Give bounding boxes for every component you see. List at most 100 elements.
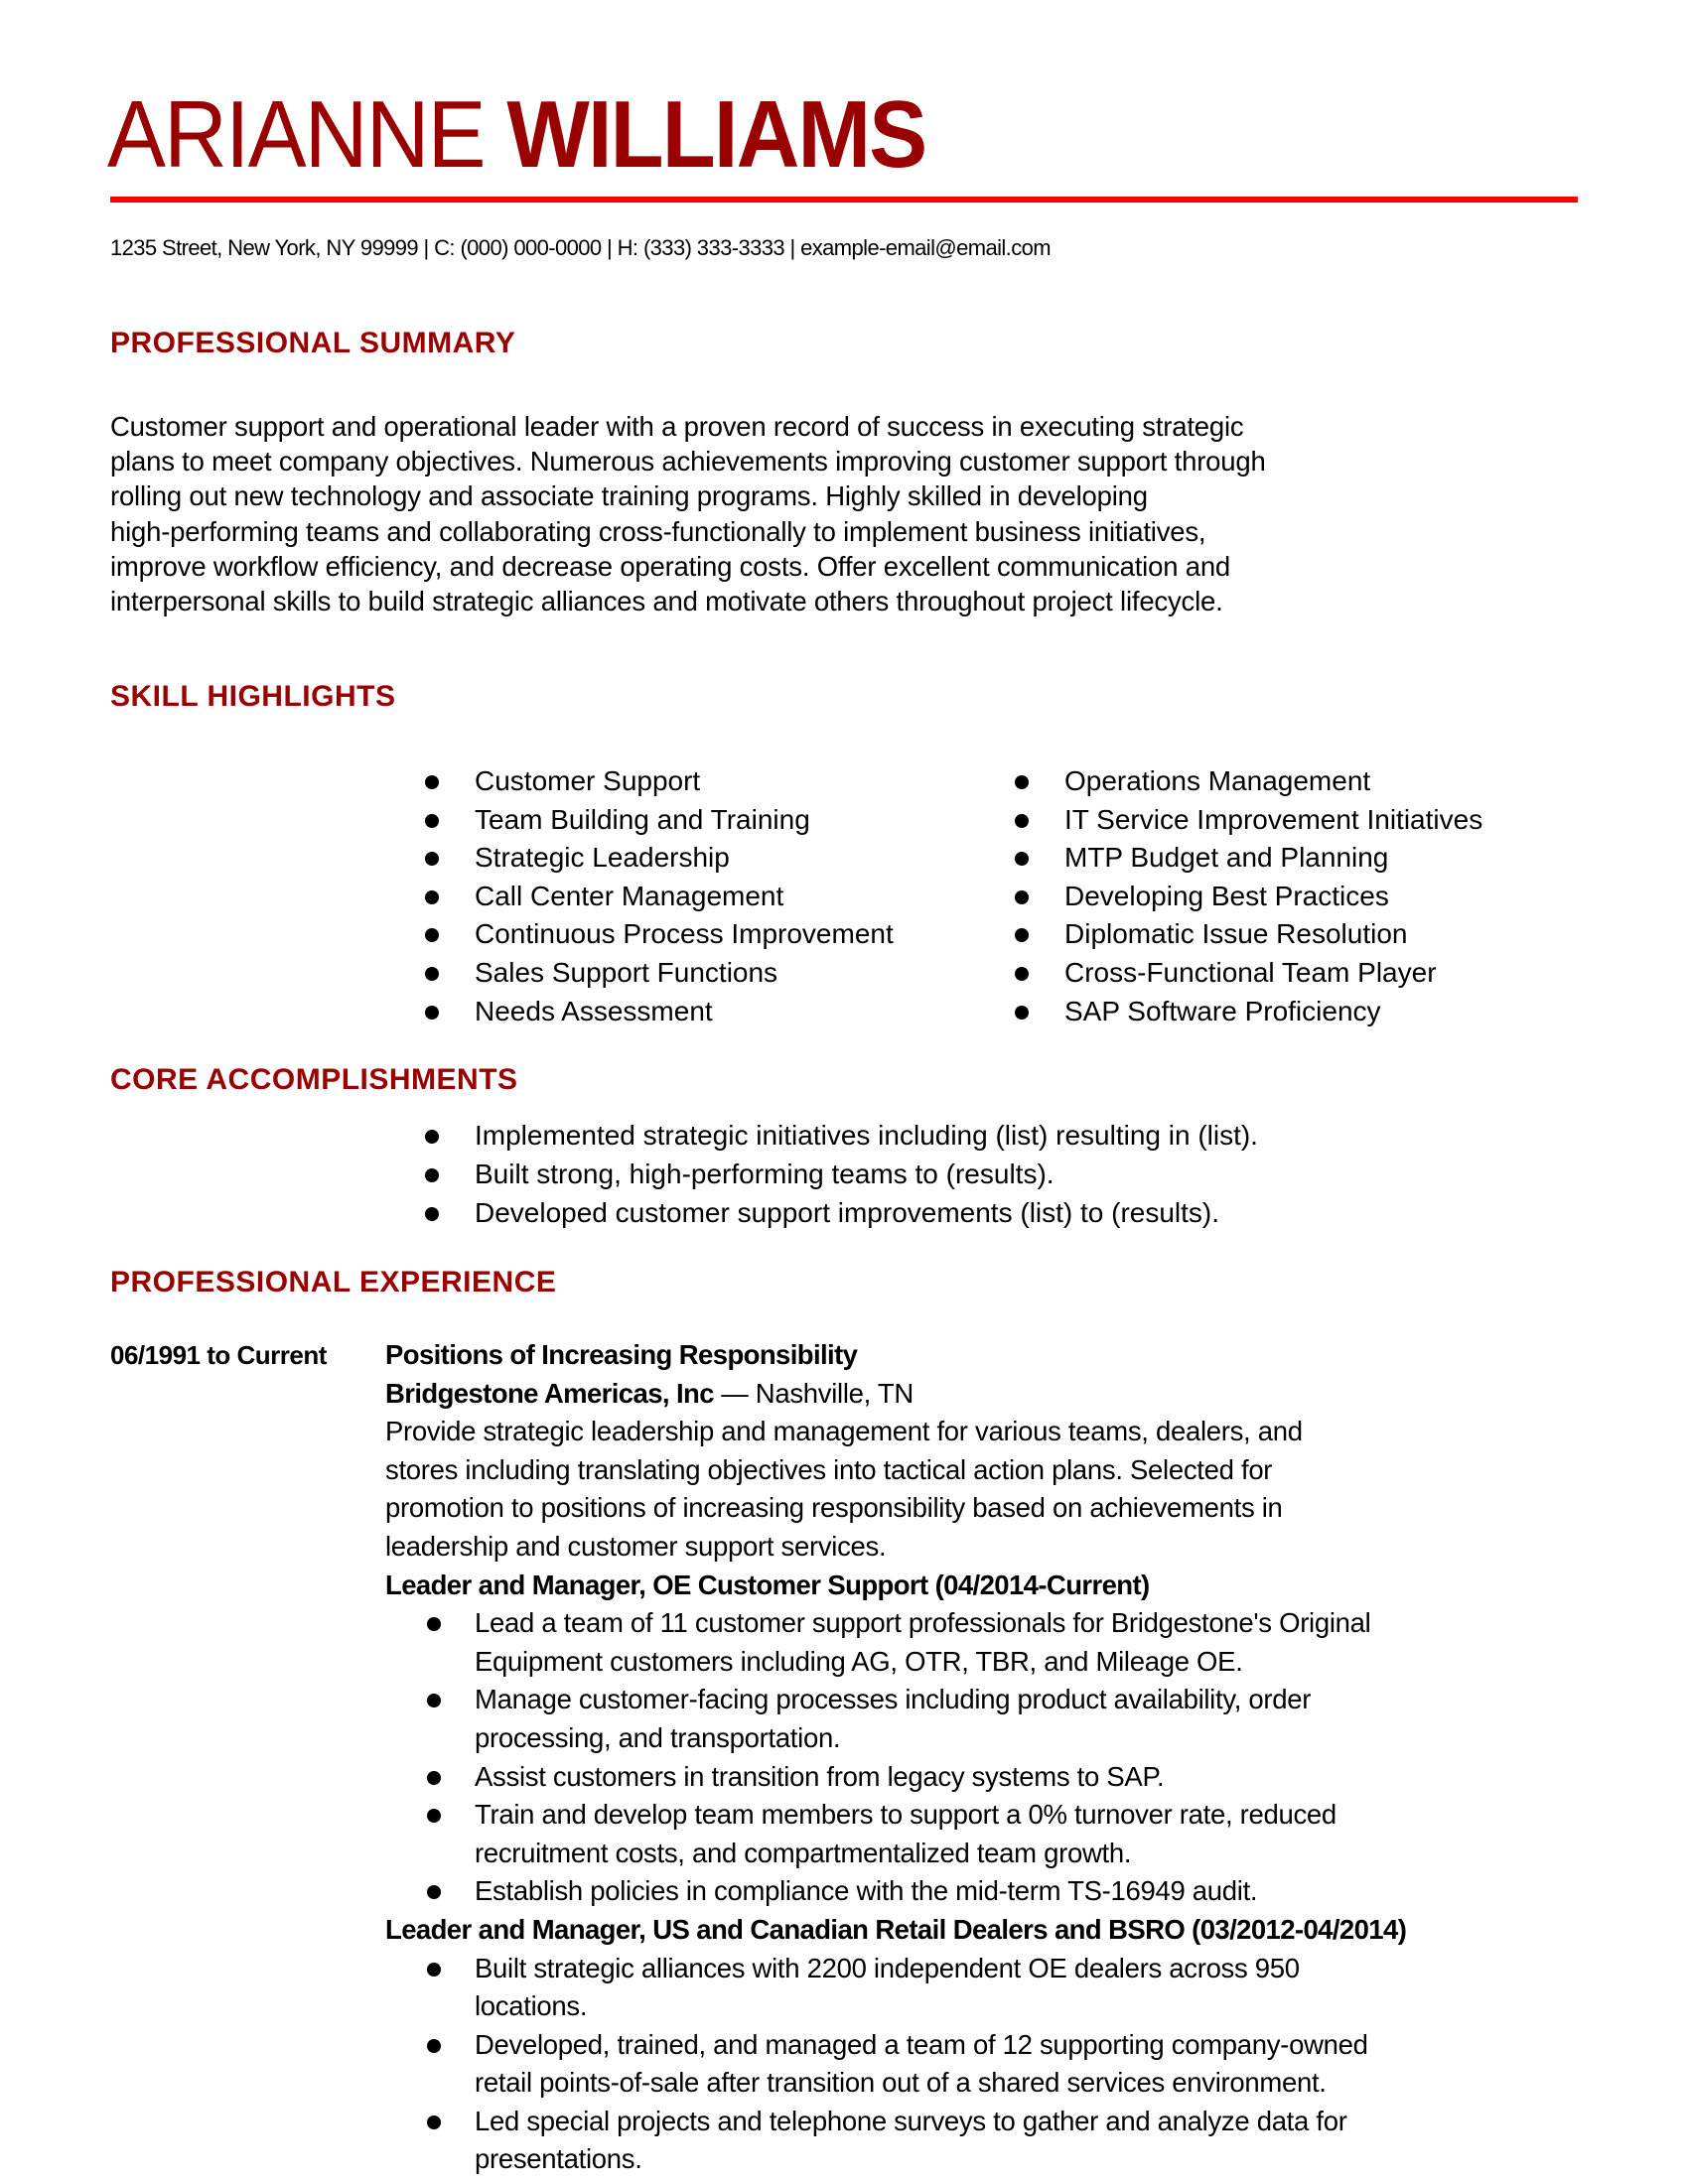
bullet-icon [1015, 889, 1029, 904]
last-name: WILLIAMS [506, 81, 927, 188]
bullet-icon [425, 1130, 439, 1144]
bullet-icon [1015, 928, 1029, 943]
bullet-icon [427, 2115, 441, 2129]
summary-line: high-performing teams and collaborating … [110, 515, 1206, 547]
bullet-line: Manage customer-facing processes includi… [475, 1684, 1312, 1715]
bullet-icon [425, 1206, 439, 1221]
role-bullet-item: Developed, trained, and managed a team o… [427, 2026, 1406, 2103]
job-description-line: stores including translating objectives … [385, 1453, 1273, 1485]
job-description-line: leadership and customer support services… [385, 1530, 887, 1562]
summary-line: Customer support and operational leader … [110, 411, 1244, 442]
bullet-icon [425, 813, 439, 828]
role-bullet-item: Train and develop team members to suppor… [427, 1796, 1406, 1872]
skill-item: SAP Software Proficiency [1015, 993, 1482, 1031]
accomplishment-item: Implemented strategic initiatives includ… [425, 1117, 1258, 1156]
skills-list-right: Operations Management IT Service Improve… [1015, 762, 1482, 1030]
bullet-icon [1015, 852, 1029, 867]
bullet-line: Built strategic alliances with 2200 inde… [475, 1952, 1300, 1983]
bullet-icon [425, 928, 439, 943]
role-bullet-item: Lead a team of 11 customer support profe… [427, 1604, 1406, 1681]
bullet-icon [1015, 813, 1029, 828]
accomplishments-heading: CORE ACCOMPLISHMENTS [110, 1063, 518, 1096]
company-name: Bridgestone Americas, Inc [385, 1377, 715, 1409]
role-bullet-item: Led special projects and telephone surve… [427, 2103, 1406, 2179]
bullet-icon [1015, 775, 1029, 789]
skill-item: Call Center Management [425, 878, 894, 916]
summary-line: plans to meet company objectives. Numero… [110, 446, 1266, 478]
skill-item: Team Building and Training [425, 801, 894, 840]
role-bullet-item: Establish policies in compliance with th… [427, 1872, 1406, 1911]
bullet-icon [1015, 966, 1029, 981]
skill-item: Sales Support Functions [425, 954, 894, 993]
skill-label: Customer Support [475, 765, 701, 796]
bullet-line: Developed, trained, and managed a team o… [475, 2028, 1368, 2060]
bullet-icon [427, 1617, 441, 1632]
skill-item: Customer Support [425, 762, 894, 801]
bullet-line: processing, and transportation. [475, 1721, 841, 1753]
skill-item: Strategic Leadership [425, 839, 894, 878]
bullet-icon [425, 889, 439, 904]
job-entry: Positions of Increasing Responsibility B… [385, 1336, 1407, 2179]
skill-label: Operations Management [1064, 765, 1371, 796]
skill-label: Team Building and Training [475, 803, 810, 835]
first-name: ARIANNE [107, 81, 487, 188]
bullet-icon [427, 1809, 441, 1824]
skill-item: MTP Budget and Planning [1015, 839, 1482, 878]
skill-label: MTP Budget and Planning [1064, 842, 1389, 874]
role-title: Leader and Manager, US and Canadian Reta… [385, 1913, 1407, 1945]
bullet-line: Assist customers in transition from lega… [475, 1760, 1165, 1792]
experience-heading: PROFESSIONAL EXPERIENCE [110, 1266, 557, 1298]
company-separator: — [713, 1377, 756, 1409]
skill-item: IT Service Improvement Initiatives [1015, 801, 1482, 840]
skill-label: Diplomatic Issue Resolution [1064, 918, 1408, 950]
summary-line: improve workflow efficiency, and decreas… [110, 550, 1231, 582]
skill-label: IT Service Improvement Initiatives [1064, 803, 1483, 835]
skill-label: Sales Support Functions [475, 956, 778, 988]
skill-label: Continuous Process Improvement [475, 918, 894, 950]
role-title: Leader and Manager, OE Customer Support … [385, 1569, 1150, 1600]
skill-label: Needs Assessment [475, 995, 713, 1026]
contact-info: 1235 Street, New York, NY 99999 | C: (00… [110, 235, 1052, 260]
accomplishment-item: Developed customer support improvements … [425, 1194, 1258, 1233]
accomplishments-list: Implemented strategic initiatives includ… [425, 1117, 1258, 1232]
bullet-icon [427, 1885, 441, 1900]
accomplishment-text: Built strong, high-performing teams to (… [475, 1158, 1055, 1189]
skill-label: SAP Software Proficiency [1064, 995, 1381, 1026]
job-description-line: promotion to positions of increasing res… [385, 1492, 1283, 1524]
bullet-line: Lead a team of 11 customer support profe… [475, 1607, 1371, 1639]
bullet-line: recruitment costs, and compartmentalized… [475, 1837, 1132, 1868]
job-description-line: Provide strategic leadership and managem… [385, 1416, 1303, 1447]
role-bullets: Lead a team of 11 customer support profe… [427, 1604, 1406, 1911]
summary-line: rolling out new technology and associate… [110, 480, 1148, 512]
skill-label: Call Center Management [475, 880, 784, 911]
skill-item: Developing Best Practices [1015, 878, 1482, 916]
role-bullet-item: Assist customers in transition from lega… [427, 1758, 1406, 1797]
summary-text: Customer support and operational leader … [110, 409, 1266, 618]
candidate-name: ARIANNE WILLIAMS [107, 85, 927, 185]
bullet-icon [427, 1694, 441, 1708]
job-location: Nashville, TN [755, 1377, 914, 1409]
role-bullet-item: Built strategic alliances with 2200 inde… [427, 1950, 1406, 2026]
summary-heading: PROFESSIONAL SUMMARY [110, 327, 516, 359]
bullet-icon [1015, 1005, 1029, 1020]
bullet-line: Train and develop team members to suppor… [475, 1799, 1336, 1831]
skill-item: Continuous Process Improvement [425, 915, 894, 954]
job-dates: 06/1991 to Current [110, 1340, 327, 1370]
bullet-line: locations. [475, 1990, 588, 2022]
accomplishment-item: Built strong, high-performing teams to (… [425, 1156, 1258, 1194]
bullet-icon [425, 852, 439, 867]
bullet-icon [427, 1770, 441, 1785]
bullet-line: presentations. [475, 2143, 642, 2175]
skill-label: Developing Best Practices [1064, 880, 1389, 911]
skill-item: Needs Assessment [425, 993, 894, 1031]
role-bullet-item: Manage customer-facing processes includi… [427, 1681, 1406, 1757]
bullet-line: Led special projects and telephone surve… [475, 2105, 1347, 2136]
bullet-icon [425, 1005, 439, 1020]
bullet-icon [427, 2038, 441, 2053]
job-title: Positions of Increasing Responsibility [385, 1339, 858, 1370]
skill-label: Cross-Functional Team Player [1064, 956, 1437, 988]
bullet-line: Establish policies in compliance with th… [475, 1875, 1258, 1907]
skill-item: Diplomatic Issue Resolution [1015, 915, 1482, 954]
bullet-line: Equipment customers including AG, OTR, T… [475, 1645, 1243, 1677]
summary-line: interpersonal skills to build strategic … [110, 586, 1223, 617]
